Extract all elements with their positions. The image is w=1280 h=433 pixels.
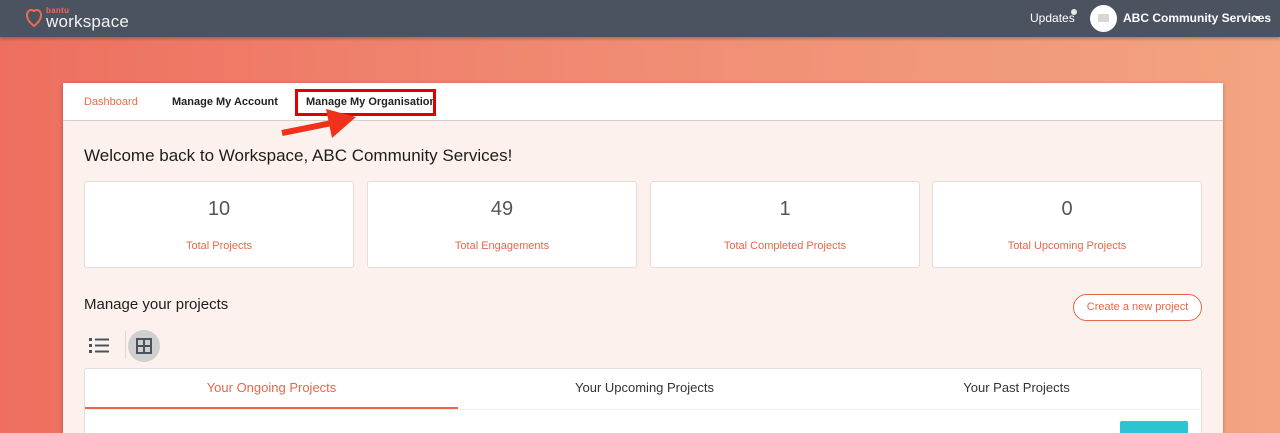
panel-action-button[interactable] [1120, 421, 1188, 433]
logo-big-text: workspace [46, 12, 130, 31]
stat-label: Total Engagements [454, 240, 550, 252]
dashboard-card: Dashboard Manage My Account Manage My Or… [63, 83, 1223, 433]
tab-upcoming-projects[interactable]: Your Upcoming Projects [458, 369, 831, 409]
tab-manage-my-account[interactable]: Manage My Account [172, 96, 278, 108]
view-toggle-divider [125, 331, 126, 359]
stat-value: 10 [207, 198, 231, 220]
annotation-arrow [281, 109, 356, 138]
stat-value: 1 [779, 198, 791, 220]
stat-card-total-projects: 10 Total Projects [84, 181, 354, 268]
list-view-icon[interactable] [88, 336, 110, 354]
stat-card-total-upcoming-projects: 0 Total Upcoming Projects [932, 181, 1202, 268]
stat-value: 0 [1061, 198, 1073, 220]
projects-panel: Your Ongoing Projects Your Upcoming Proj… [84, 368, 1203, 433]
chevron-down-icon[interactable] [1254, 16, 1260, 20]
tab-ongoing-projects[interactable]: Your Ongoing Projects [85, 369, 458, 409]
create-project-button[interactable]: Create a new project [1073, 294, 1202, 321]
stat-label: Total Upcoming Projects [1007, 240, 1127, 252]
stat-label: Total Projects [185, 240, 253, 252]
stat-card-total-completed-projects: 1 Total Completed Projects [650, 181, 920, 268]
stat-value: 49 [490, 198, 514, 220]
avatar[interactable] [1090, 5, 1117, 32]
top-bar: bantu workspace Updates ABC Community Se… [0, 0, 1280, 37]
updates-link[interactable]: Updates [1030, 11, 1075, 25]
grid-view-icon [136, 338, 152, 354]
bantu-workspace-logo[interactable]: bantu workspace [26, 4, 136, 32]
avatar-image-icon [1098, 14, 1109, 22]
manage-projects-heading: Manage your projects [84, 296, 229, 313]
bantu-logo-icon [26, 9, 42, 27]
grid-view-button[interactable] [128, 330, 160, 362]
org-name-menu[interactable]: ABC Community Services [1123, 11, 1271, 25]
main-tabs: Dashboard Manage My Account Manage My Or… [63, 83, 1223, 121]
tab-dashboard[interactable]: Dashboard [84, 96, 138, 108]
welcome-heading: Welcome back to Workspace, ABC Community… [84, 146, 513, 165]
updates-notification-dot [1071, 9, 1077, 15]
stat-label: Total Completed Projects [723, 240, 847, 252]
tab-past-projects[interactable]: Your Past Projects [830, 369, 1203, 409]
stat-card-total-engagements: 49 Total Engagements [367, 181, 637, 268]
divider [85, 409, 1203, 410]
